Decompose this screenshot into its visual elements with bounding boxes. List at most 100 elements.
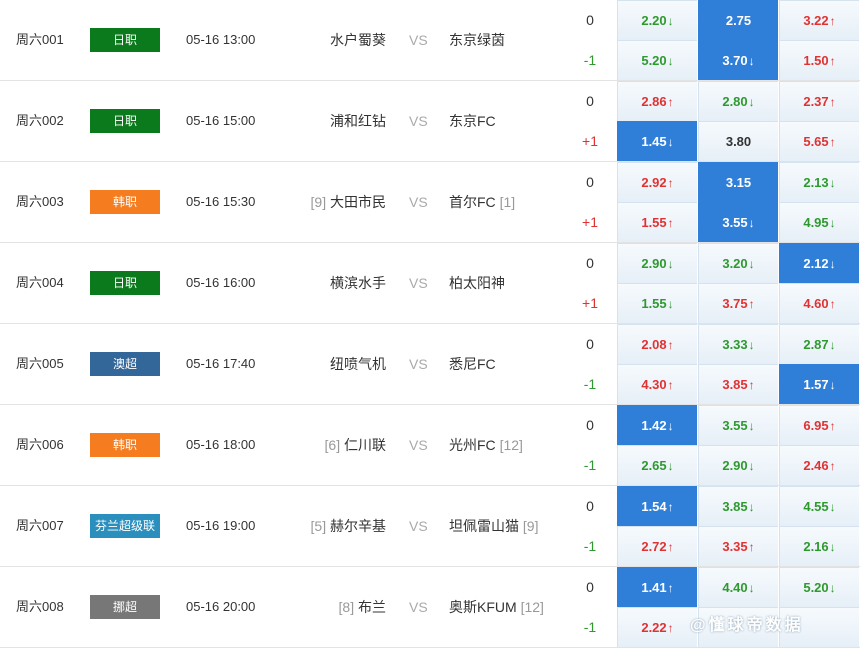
odds-cell[interactable]: 2.37↑	[779, 81, 859, 121]
odds-cell[interactable]: 4.95↓	[779, 202, 859, 242]
odds-cell[interactable]: 3.85↓	[698, 486, 778, 526]
odds-cell[interactable]: 4.60↑	[779, 283, 859, 323]
odds-cell[interactable]: 5.65↑	[779, 121, 859, 161]
home-team[interactable]: 纽喷气机	[330, 324, 386, 404]
odds-cell[interactable]: 3.55↓	[698, 202, 778, 242]
league-badge[interactable]: 日职	[90, 28, 160, 52]
arrow-down-icon: ↓	[667, 459, 674, 473]
odds-value: 1.45	[641, 134, 667, 149]
odds-cell[interactable]: 2.65↓	[617, 445, 697, 485]
home-team[interactable]: 浦和红钻	[330, 81, 386, 161]
away-team[interactable]: 奥斯KFUM [12]	[449, 567, 544, 647]
league-badge[interactable]: 韩职	[90, 190, 160, 214]
arrow-up-icon: ↑	[667, 95, 674, 109]
arrow-down-icon: ↓	[829, 581, 836, 595]
odds-cell[interactable]: 2.22↑	[617, 607, 697, 647]
odds-cell[interactable]: 1.55↓	[617, 283, 697, 323]
odds-cell[interactable]: 1.42↓	[617, 405, 697, 445]
home-team-name: 大田市民	[330, 194, 386, 210]
home-team[interactable]: 水户蜀葵	[330, 0, 386, 80]
odds-value: 2.16	[803, 539, 829, 554]
home-team[interactable]: [9] 大田市民	[311, 162, 386, 242]
vs-label: VS	[409, 275, 428, 291]
vs-label: VS	[409, 599, 428, 615]
odds-value: 2.08	[641, 337, 667, 352]
odds-cell[interactable]: 2.86↑	[617, 81, 697, 121]
odds-cell[interactable]: 3.70↓	[698, 40, 778, 80]
away-team[interactable]: 光州FC [12]	[449, 405, 523, 485]
odds-cell[interactable]: 2.90↓	[617, 243, 697, 283]
handicap-value: 0	[586, 579, 594, 595]
odds-value: 4.95	[803, 215, 829, 230]
odds-cell[interactable]: 1.57↓	[779, 364, 859, 404]
odds-cell[interactable]: 4.40↓	[698, 567, 778, 607]
away-team-name: 光州FC	[449, 437, 496, 453]
odds-cell[interactable]: 2.20↓	[617, 0, 697, 40]
away-rank: [12]	[499, 437, 523, 453]
home-team[interactable]: 横滨水手	[330, 243, 386, 323]
match-id: 周六006	[16, 437, 64, 452]
odds-cell[interactable]: 2.80↓	[698, 81, 778, 121]
odds-cell[interactable]: 2.87↓	[779, 324, 859, 364]
away-team[interactable]: 东京绿茵	[449, 0, 505, 80]
handicap-value: -1	[583, 538, 597, 554]
odds-cell[interactable]: 2.13↓	[779, 162, 859, 202]
arrow-down-icon: ↓	[829, 540, 836, 554]
odds-cell[interactable]: 3.33↓	[698, 324, 778, 364]
arrow-down-icon: ↓	[829, 257, 836, 271]
odds-value: 2.13	[803, 175, 829, 190]
odds-value: 2.12	[803, 256, 829, 271]
league-badge[interactable]: 澳超	[90, 352, 160, 376]
odds-cell[interactable]: 2.16↓	[779, 526, 859, 566]
odds-cell[interactable]: 3.80	[698, 121, 778, 161]
odds-cell[interactable]: 2.90↓	[698, 445, 778, 485]
away-team[interactable]: 坦佩雷山猫 [9]	[449, 486, 538, 566]
odds-cell[interactable]: 2.46↑	[779, 445, 859, 485]
league-badge[interactable]: 挪超	[90, 595, 160, 619]
odds-cell[interactable]: 1.45↓	[617, 121, 697, 161]
odds-cell[interactable]: 3.20↓	[698, 243, 778, 283]
odds-cell[interactable]: 1.54↑	[617, 486, 697, 526]
odds-cell[interactable]: 1.55↑	[617, 202, 697, 242]
handicap-value: +1	[582, 133, 598, 149]
match-row: 周六003 韩职 05-16 15:30 [9] 大田市民 VS 首尔FC [1] 0 2.9…	[0, 162, 860, 243]
odds-value: 2.75	[725, 13, 752, 28]
arrow-down-icon: ↓	[748, 419, 755, 433]
odds-cell[interactable]: 3.85↑	[698, 364, 778, 404]
odds-cell[interactable]: 4.55↓	[779, 486, 859, 526]
odds-cell[interactable]: 6.95↑	[779, 405, 859, 445]
away-team[interactable]: 东京FC	[449, 81, 496, 161]
away-team[interactable]: 首尔FC [1]	[449, 162, 515, 242]
arrow-up-icon: ↑	[829, 297, 836, 311]
odds-cell[interactable]: 2.12↓	[779, 243, 859, 283]
odds-value: 3.20	[722, 256, 748, 271]
league-badge[interactable]: 日职	[90, 271, 160, 295]
odds-cell[interactable]: 3.75↑	[698, 283, 778, 323]
league-badge[interactable]: 日职	[90, 109, 160, 133]
match-time: 05-16 17:40	[186, 356, 256, 371]
odds-cell[interactable]: 2.75	[698, 0, 778, 40]
away-team-name: 坦佩雷山猫	[449, 518, 519, 534]
league-badge[interactable]: 韩职	[90, 433, 160, 457]
odds-cell[interactable]: 3.35↑	[698, 526, 778, 566]
away-rank: [1]	[499, 194, 516, 210]
home-team[interactable]: [6] 仁川联	[325, 405, 386, 485]
odds-cell[interactable]: 1.50↑	[779, 40, 859, 80]
odds-cell[interactable]: 2.08↑	[617, 324, 697, 364]
odds-cell[interactable]: 1.41↑	[617, 567, 697, 607]
away-team[interactable]: 悉尼FC	[449, 324, 496, 404]
arrow-up-icon: ↑	[748, 540, 755, 554]
odds-cell[interactable]: 3.55↓	[698, 405, 778, 445]
away-team[interactable]: 柏太阳神	[449, 243, 505, 323]
odds-cell[interactable]: 3.15	[698, 162, 778, 202]
league-badge[interactable]: 芬兰超级联	[90, 514, 160, 538]
odds-cell[interactable]: 3.22↑	[779, 0, 859, 40]
odds-cell[interactable]: 4.30↑	[617, 364, 697, 404]
home-team[interactable]: [5] 赫尔辛基	[311, 486, 386, 566]
odds-cell[interactable]: 5.20↓	[617, 40, 697, 80]
odds-cell[interactable]: 2.72↑	[617, 526, 697, 566]
odds-cell[interactable]: 2.92↑	[617, 162, 697, 202]
odds-cell[interactable]: 5.20↓	[779, 567, 859, 607]
arrow-up-icon: ↑	[667, 216, 674, 230]
home-team[interactable]: [8] 布兰	[339, 567, 386, 647]
